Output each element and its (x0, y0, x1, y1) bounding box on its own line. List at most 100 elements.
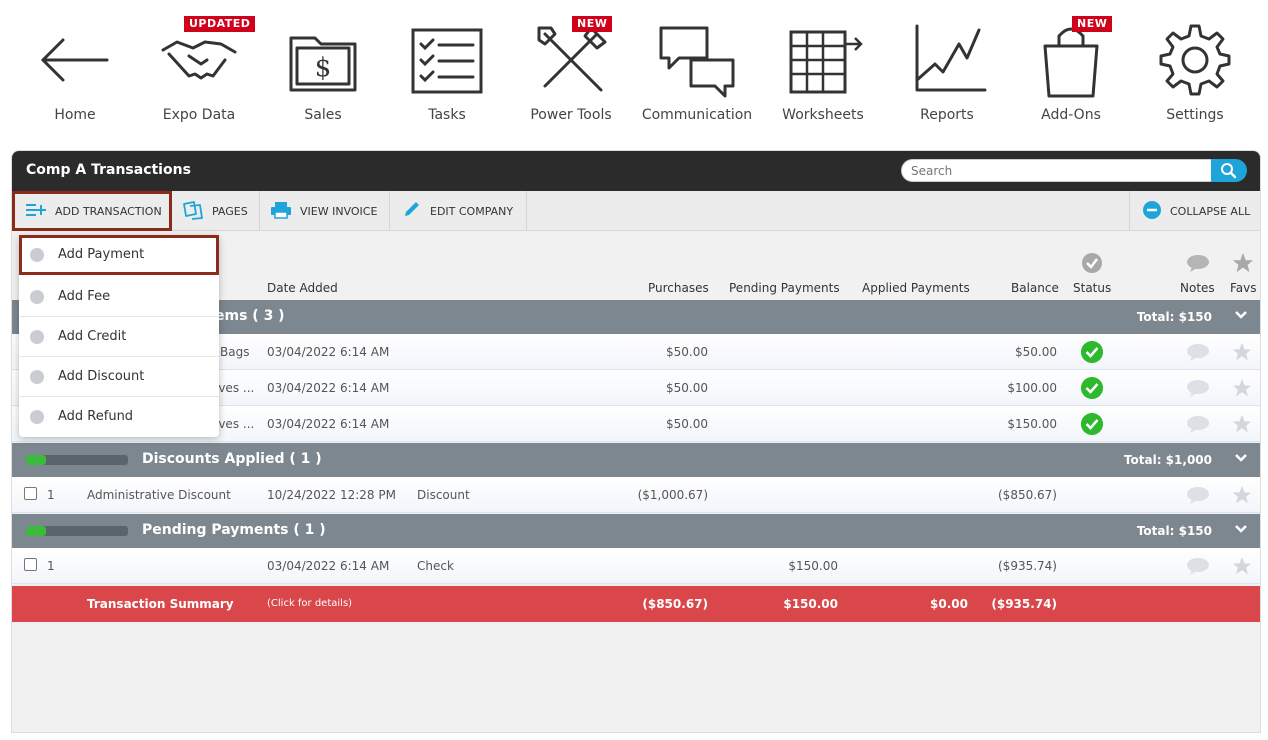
row-type: Discount (417, 488, 470, 502)
row-checkbox[interactable] (24, 487, 37, 500)
group-total: Total: $150 (1136, 524, 1212, 538)
nav-expo-data[interactable]: UPDATED Expo Data (144, 12, 256, 130)
table-row[interactable]: 1 03/04/2022 6:14 AM Check $150.00 ($935… (12, 548, 1260, 584)
nav-home[interactable]: Home (20, 12, 130, 130)
menu-item-add-discount[interactable]: Add Discount (19, 357, 219, 397)
menu-item-label: Add Credit (58, 329, 127, 344)
add-transaction-menu: Add Payment Add Fee Add Credit Add Disco… (19, 235, 219, 437)
summary-applied: $0.00 (930, 597, 968, 611)
group-bar-pending-payments[interactable]: Pending Payments ( 1 ) Total: $150 (12, 514, 1260, 548)
menu-item-add-fee[interactable]: Add Fee (19, 277, 219, 317)
pencil-icon (402, 201, 422, 222)
menu-item-label: Add Payment (58, 247, 145, 262)
arrow-left-icon (40, 38, 109, 82)
add-transaction-button[interactable]: ADD TRANSACTION (12, 191, 172, 231)
menu-item-add-refund[interactable]: Add Refund (19, 397, 219, 437)
nav-add-ons[interactable]: NEW Add-Ons (1016, 12, 1126, 130)
transaction-summary-row[interactable]: Transaction Summary (Click for details) … (12, 586, 1260, 622)
row-description: Bags (220, 345, 250, 359)
note-icon[interactable] (1186, 557, 1210, 575)
chevron-down-icon[interactable] (1234, 522, 1248, 536)
radio-dot-icon (30, 290, 44, 304)
summary-label: Transaction Summary (87, 597, 234, 611)
col-balance[interactable]: Balance (1011, 281, 1059, 295)
nav-label: Tasks (428, 107, 466, 123)
note-icon[interactable] (1186, 343, 1210, 361)
svg-text:$: $ (315, 53, 332, 83)
wrench-hammer-icon (537, 26, 607, 92)
summary-hint: (Click for details) (267, 598, 353, 609)
search-input[interactable] (901, 159, 1213, 182)
collapse-all-label: COLLAPSE ALL (1170, 204, 1251, 218)
view-invoice-button[interactable]: VIEW INVOICE (260, 191, 390, 231)
checklist-icon (411, 28, 483, 94)
collapse-all-button[interactable]: COLLAPSE ALL (1129, 191, 1260, 231)
chevron-down-icon[interactable] (1234, 308, 1248, 322)
menu-item-add-credit[interactable]: Add Credit (19, 317, 219, 357)
star-icon[interactable] (1232, 485, 1252, 505)
nav-worksheets[interactable]: Worksheets (768, 12, 878, 130)
note-icon[interactable] (1186, 379, 1210, 397)
row-checkbox[interactable] (24, 558, 37, 571)
group-bar-discounts[interactable]: Discounts Applied ( 1 ) Total: $1,000 (12, 443, 1260, 477)
col-favs[interactable]: Favs (1230, 281, 1257, 295)
summary-balance: ($935.74) (991, 597, 1057, 611)
row-purchases: $50.00 (666, 381, 708, 395)
handshake-icon (161, 40, 237, 80)
row-balance: ($850.67) (998, 488, 1057, 502)
star-icon[interactable] (1232, 556, 1252, 576)
top-navigation: Home UPDATED Expo Data $ Sales Tasks NEW… (0, 0, 1268, 140)
gear-icon (1159, 24, 1231, 96)
col-applied-payments[interactable]: Applied Payments (862, 281, 970, 295)
nav-label: Home (54, 107, 96, 123)
star-icon[interactable] (1232, 414, 1252, 434)
nav-power-tools[interactable]: NEW Power Tools (516, 12, 626, 130)
col-purchases[interactable]: Purchases (648, 281, 709, 295)
minus-circle-icon (1142, 200, 1162, 223)
nav-label: Reports (920, 107, 974, 123)
nav-label: Add-Ons (1041, 107, 1101, 123)
nav-communication[interactable]: Communication (642, 12, 752, 130)
row-date: 03/04/2022 6:14 AM (267, 417, 390, 431)
search-button[interactable] (1211, 159, 1247, 182)
progress-fill (26, 526, 47, 536)
star-icon[interactable] (1232, 378, 1252, 398)
row-description: lves ... (215, 417, 255, 431)
row-balance: $100.00 (1007, 381, 1057, 395)
menu-item-add-payment[interactable]: Add Payment (19, 235, 219, 275)
pages-button[interactable]: PAGES (172, 191, 260, 231)
col-pending-payments[interactable]: Pending Payments (729, 281, 840, 295)
row-type: Check (417, 559, 454, 573)
note-icon[interactable] (1186, 486, 1210, 504)
line-chart-icon (915, 24, 987, 92)
col-date-added[interactable]: Date Added (267, 281, 338, 295)
radio-dot-icon (30, 248, 44, 262)
radio-dot-icon (30, 370, 44, 384)
chevron-down-icon[interactable] (1234, 451, 1248, 465)
nav-label: Power Tools (530, 107, 612, 123)
summary-pending: $150.00 (783, 597, 838, 611)
edit-company-button[interactable]: EDIT COMPANY (390, 191, 527, 231)
row-description: Administrative Discount (87, 488, 231, 502)
printer-icon (270, 201, 292, 222)
nav-tasks[interactable]: Tasks (392, 12, 502, 130)
nav-sales[interactable]: $ Sales (268, 12, 378, 130)
row-purchases: $50.00 (666, 417, 708, 431)
col-notes[interactable]: Notes (1180, 281, 1215, 295)
radio-dot-icon (30, 330, 44, 344)
row-pending: $150.00 (788, 559, 838, 573)
row-balance: $150.00 (1007, 417, 1057, 431)
row-date: 03/04/2022 6:14 AM (267, 381, 390, 395)
table-row[interactable]: 1 Administrative Discount 10/24/2022 12:… (12, 477, 1260, 513)
status-check-icon (1081, 341, 1103, 363)
star-icon[interactable] (1232, 342, 1252, 362)
note-icon[interactable] (1186, 415, 1210, 433)
row-date: 03/04/2022 6:14 AM (267, 559, 390, 573)
col-status[interactable]: Status (1073, 281, 1111, 295)
badge-updated: UPDATED (184, 16, 256, 32)
nav-reports[interactable]: Reports (892, 12, 1002, 130)
list-add-icon (25, 203, 47, 220)
edit-company-label: EDIT COMPANY (430, 204, 514, 218)
pages-label: PAGES (212, 204, 248, 218)
nav-settings[interactable]: Settings (1140, 12, 1250, 130)
